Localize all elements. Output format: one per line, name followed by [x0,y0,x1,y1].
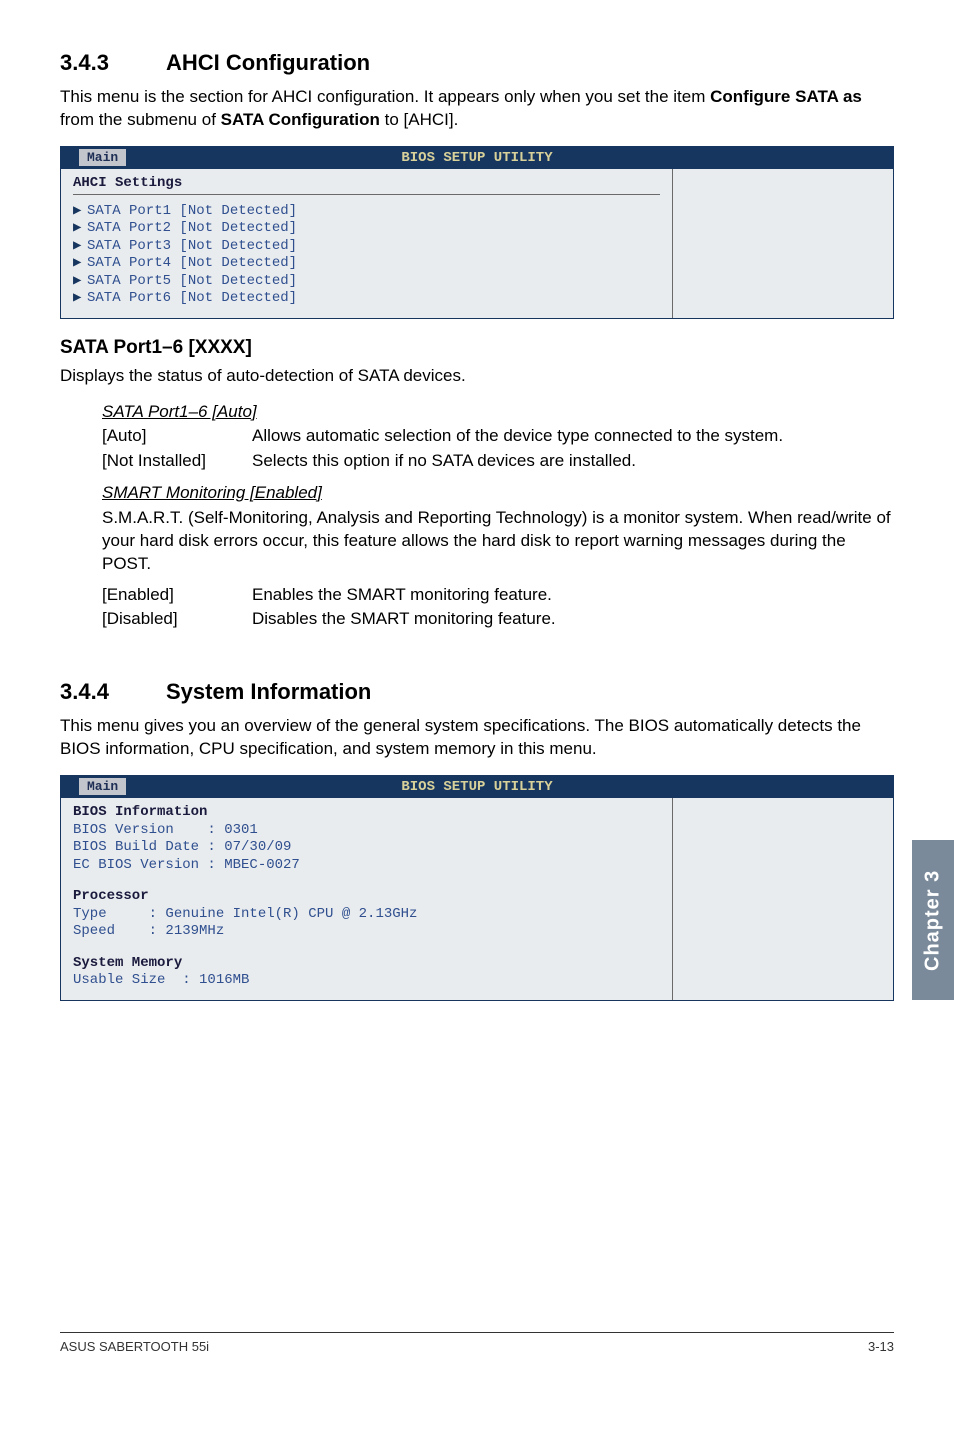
ec-bios-version: EC BIOS Version : MBEC-0027 [73,857,660,875]
bios-box-sysinfo: Main BIOS SETUP UTILITY BIOS Information… [60,775,894,1001]
usable-size: Usable Size : 1016MB [73,972,660,990]
bios-sata3-text: SATA Port3 [Not Detected] [87,238,297,254]
opt-auto-val: Allows automatic selection of the device… [252,425,894,448]
page-footer: ASUS SABERTOOTH 55i 3-13 [60,1332,894,1354]
sata-desc: Displays the status of auto-detection of… [60,365,894,388]
bios-ahci-settings: AHCI Settings [73,175,660,195]
bios-left-2: BIOS Information BIOS Version : 0301 BIO… [61,798,673,1000]
opt-enabled-val: Enables the SMART monitoring feature. [252,584,894,607]
system-memory-heading: System Memory [73,955,182,971]
opt-enabled: [Enabled] Enables the SMART monitoring f… [102,584,894,607]
intro-343-post: to [AHCI]. [380,110,458,129]
bios-sata5: ▶SATA Port5 [Not Detected] [73,273,660,291]
opt-enabled-key: [Enabled] [102,584,252,607]
bios-header-2: Main BIOS SETUP UTILITY [61,776,893,798]
bios-sata1: ▶SATA Port1 [Not Detected] [73,203,660,221]
triangle-icon: ▶ [73,220,87,238]
sectitle-344: System Information [166,679,371,704]
processor-heading: Processor [73,888,149,904]
triangle-icon: ▶ [73,238,87,256]
chapter-side-tab: Chapter 3 [912,840,954,1000]
opt-disabled: [Disabled] Disables the SMART monitoring… [102,608,894,631]
bios-setup-title-2: BIOS SETUP UTILITY [401,779,552,795]
triangle-icon: ▶ [73,290,87,308]
bios-right-pad-1 [673,169,893,318]
triangle-icon: ▶ [73,273,87,291]
bios-build-date: BIOS Build Date : 07/30/09 [73,839,660,857]
bios-sata2: ▶SATA Port2 [Not Detected] [73,220,660,238]
bios-header-1: Main BIOS SETUP UTILITY [61,147,893,169]
opt-notinstalled: [Not Installed] Selects this option if n… [102,450,894,473]
bios-sata1-text: SATA Port1 [Not Detected] [87,203,297,219]
intro-343-pre: This menu is the section for AHCI config… [60,87,710,106]
intro-344: This menu gives you an overview of the g… [60,715,894,761]
spacer [73,874,660,888]
bios-sata6: ▶SATA Port6 [Not Detected] [73,290,660,308]
bios-left-1: AHCI Settings ▶SATA Port1 [Not Detected]… [61,169,673,318]
bios-sata4: ▶SATA Port4 [Not Detected] [73,255,660,273]
processor-type: Type : Genuine Intel(R) CPU @ 2.13GHz [73,906,660,924]
secnum-343: 3.4.3 [60,50,166,76]
heading-3-4-4: 3.4.4System Information [60,679,894,705]
bios-tab-main-2: Main [79,778,126,795]
smart-desc: S.M.A.R.T. (Self-Monitoring, Analysis an… [102,507,894,576]
intro-343-mid: from the submenu of [60,110,221,129]
bios-setup-title-1: BIOS SETUP UTILITY [401,150,552,166]
bios-sata6-text: SATA Port6 [Not Detected] [87,290,297,306]
heading-3-4-3: 3.4.3AHCI Configuration [60,50,894,76]
opt-notinstalled-key: [Not Installed] [102,450,252,473]
sectitle-343: AHCI Configuration [166,50,370,75]
bios-box-ahci: Main BIOS SETUP UTILITY AHCI Settings ▶S… [60,146,894,319]
triangle-icon: ▶ [73,255,87,273]
opt-auto: [Auto] Allows automatic selection of the… [102,425,894,448]
opt-notinstalled-val: Selects this option if no SATA devices a… [252,450,894,473]
bios-tab-main-1: Main [79,149,126,166]
bios-sata2-text: SATA Port2 [Not Detected] [87,220,297,236]
heading-sata-port: SATA Port1–6 [XXXX] [60,337,894,359]
intro-343-b1: Configure SATA as [710,87,862,106]
sata-port-auto-heading: SATA Port1–6 [Auto] [102,402,894,422]
bios-version: BIOS Version : 0301 [73,822,660,840]
intro-343: This menu is the section for AHCI config… [60,86,894,132]
bios-sata4-text: SATA Port4 [Not Detected] [87,255,297,271]
bios-sata3: ▶SATA Port3 [Not Detected] [73,238,660,256]
spacer [73,941,660,955]
footer-right: 3-13 [868,1339,894,1354]
opt-auto-key: [Auto] [102,425,252,448]
footer-left: ASUS SABERTOOTH 55i [60,1339,209,1354]
triangle-icon: ▶ [73,203,87,221]
opt-disabled-key: [Disabled] [102,608,252,631]
bios-info-heading: BIOS Information [73,804,207,820]
intro-343-b2: SATA Configuration [221,110,380,129]
smart-heading: SMART Monitoring [Enabled] [102,483,894,503]
opt-disabled-val: Disables the SMART monitoring feature. [252,608,894,631]
processor-speed: Speed : 2139MHz [73,923,660,941]
secnum-344: 3.4.4 [60,679,166,705]
bios-right-pad-2 [673,798,893,1000]
bios-sata5-text: SATA Port5 [Not Detected] [87,273,297,289]
